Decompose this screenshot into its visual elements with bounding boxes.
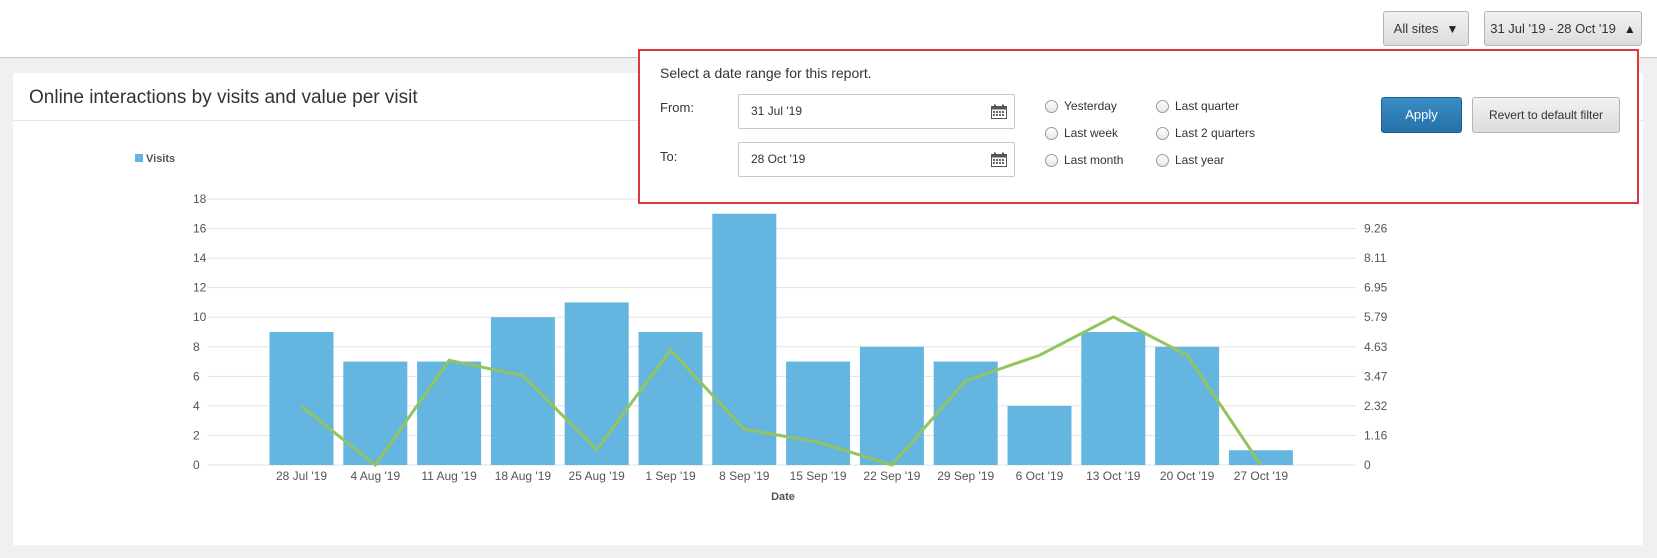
left-axis-tick-label: 0 — [193, 458, 200, 472]
x-axis-tick-label: 8 Sep '19 — [719, 469, 770, 483]
caret-down-icon: ▼ — [1446, 22, 1459, 36]
x-axis-tick-label: 6 Oct '19 — [1016, 469, 1064, 483]
radio-icon[interactable] — [1156, 126, 1169, 140]
right-axis-tick-label: 5.79 — [1364, 310, 1388, 324]
left-axis-tick-label: 14 — [193, 251, 207, 265]
bar-visits — [490, 317, 555, 465]
sites-dropdown[interactable]: All sites ▼ — [1383, 11, 1469, 46]
radio-icon[interactable] — [1045, 153, 1058, 167]
preset-label: Last year — [1175, 153, 1225, 167]
to-date-value: 28 Oct '19 — [751, 152, 806, 166]
revert-to-default-button[interactable]: Revert to default filter — [1472, 97, 1620, 133]
radio-icon[interactable] — [1045, 126, 1058, 140]
bar-visits — [1081, 332, 1146, 465]
x-axis-title: Date — [771, 491, 795, 503]
x-axis-tick-label: 11 Aug '19 — [421, 469, 477, 483]
radio-icon[interactable] — [1045, 99, 1058, 113]
preset-last-month[interactable]: Last month — [1045, 153, 1123, 167]
right-axis-tick-label: 6.95 — [1364, 281, 1388, 295]
legend-swatch — [135, 154, 143, 162]
x-axis-tick-label: 13 Oct '19 — [1086, 469, 1141, 483]
calendar-icon[interactable] — [991, 152, 1007, 167]
x-axis-tick-label: 20 Oct '19 — [1160, 469, 1215, 483]
right-axis-tick-label: 0 — [1364, 458, 1371, 472]
left-axis-tick-label: 8 — [193, 340, 200, 354]
right-axis-tick-label: 4.63 — [1364, 340, 1388, 354]
to-label: To: — [660, 149, 678, 164]
bar-visits — [417, 361, 482, 465]
left-axis-tick-label: 6 — [193, 369, 200, 383]
from-date-value: 31 Jul '19 — [751, 104, 802, 118]
preset-last-quarter[interactable]: Last quarter — [1156, 99, 1239, 113]
to-date-input[interactable]: 28 Oct '19 — [738, 142, 1015, 177]
bar-visits — [564, 302, 629, 465]
preset-last-year[interactable]: Last year — [1156, 153, 1224, 167]
bar-visits — [1155, 346, 1220, 465]
radio-icon[interactable] — [1156, 99, 1169, 113]
x-axis-tick-label: 27 Oct '19 — [1234, 469, 1289, 483]
date-range-dropdown[interactable]: 31 Jul '19 - 28 Oct '19 ▲ — [1484, 11, 1642, 46]
left-axis-tick-label: 18 — [193, 192, 207, 206]
preset-label: Last week — [1064, 126, 1119, 140]
left-axis-tick-label: 12 — [193, 281, 207, 295]
caret-up-icon: ▲ — [1623, 22, 1636, 36]
legend-label-visits: Visits — [146, 153, 175, 165]
from-date-input[interactable]: 31 Jul '19 — [738, 94, 1015, 129]
x-axis-tick-label: 22 Sep '19 — [863, 469, 920, 483]
preset-label: Yesterday — [1064, 99, 1117, 113]
left-axis-tick-label: 16 — [193, 222, 207, 236]
x-axis-tick-label: 1 Sep '19 — [645, 469, 696, 483]
bar-visits — [269, 332, 334, 465]
left-axis-tick-label: 2 — [193, 428, 200, 442]
date-range-popup: Select a date range for this report. Fro… — [638, 49, 1639, 204]
from-label: From: — [660, 100, 694, 115]
bar-visits — [343, 361, 408, 465]
right-axis-tick-label: 2.32 — [1364, 399, 1388, 413]
right-axis-tick-label: 1.16 — [1364, 428, 1388, 442]
apply-button[interactable]: Apply — [1381, 97, 1462, 133]
preset-label: Last quarter — [1175, 99, 1240, 113]
date-range-label: 31 Jul '19 - 28 Oct '19 — [1490, 21, 1616, 36]
left-axis-tick-label: 4 — [193, 399, 200, 413]
right-axis-tick-label: 9.26 — [1364, 222, 1388, 236]
preset-label: Last month — [1064, 153, 1124, 167]
calendar-icon[interactable] — [991, 104, 1007, 119]
x-axis-tick-label: 29 Sep '19 — [937, 469, 994, 483]
sites-dropdown-label: All sites — [1393, 21, 1439, 36]
right-axis-tick-label: 8.11 — [1364, 251, 1387, 265]
bar-visits — [859, 346, 924, 465]
preset-yesterday[interactable]: Yesterday — [1045, 99, 1117, 113]
left-axis-tick-label: 10 — [193, 310, 207, 324]
preset-last-2-quarters[interactable]: Last 2 quarters — [1156, 126, 1255, 140]
popup-title: Select a date range for this report. — [660, 65, 872, 81]
bar-visits — [1007, 405, 1072, 465]
preset-label: Last 2 quarters — [1175, 126, 1256, 140]
x-axis-tick-label: 15 Sep '19 — [790, 469, 847, 483]
x-axis-tick-label: 4 Aug '19 — [350, 469, 400, 483]
x-axis-tick-label: 28 Jul '19 — [276, 469, 327, 483]
right-axis-tick-label: 3.47 — [1364, 369, 1388, 383]
x-axis-tick-label: 25 Aug '19 — [569, 469, 626, 483]
bar-visits — [933, 361, 998, 465]
preset-last-week[interactable]: Last week — [1045, 126, 1118, 140]
x-axis-tick-label: 18 Aug '19 — [495, 469, 552, 483]
radio-icon[interactable] — [1156, 153, 1169, 167]
